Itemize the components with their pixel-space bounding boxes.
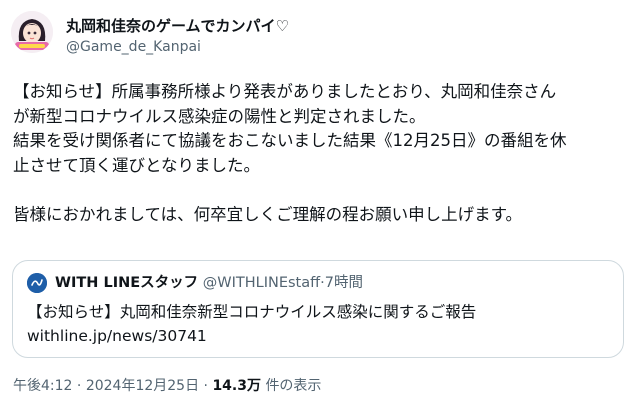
tweet-date[interactable]: 2024年12月25日 <box>86 378 199 394</box>
tweet-time[interactable]: 午後4:12 <box>13 378 72 394</box>
quoted-author-handle: @WITHLINEstaff <box>202 275 321 291</box>
avatar-illustration-icon <box>11 11 53 53</box>
tweet-line: 【お知らせ】所属事務所様より発表がありましたとおり、丸岡和佳奈さん <box>13 82 557 101</box>
views-count: 14.3万 <box>212 378 261 394</box>
tweet-blank-line <box>13 178 633 203</box>
meta-separator: · <box>203 378 208 394</box>
quoted-time: 7時間 <box>324 275 363 291</box>
avatar[interactable] <box>11 11 53 53</box>
withline-logo-icon <box>27 273 47 293</box>
tweet-meta: 午後4:12 · 2024年12月25日 · 14.3万 件の表示 <box>13 376 321 396</box>
tweet-line: 皆様におかれましては、何卒宜しくご理解の程お願い申し上げます。 <box>13 204 523 224</box>
quoted-author[interactable]: WITH LINEスタッフ @WITHLINEstaff·7時間 <box>55 273 363 293</box>
author-display-name[interactable]: 丸岡和佳奈のゲームでカンパイ♡ <box>66 16 289 36</box>
quoted-link[interactable]: withline.jp/news/30741 <box>27 325 207 347</box>
meta-separator: · <box>76 378 82 394</box>
tweet-line: 止させて頂く運びとなりました。 <box>13 155 261 175</box>
tweet-line: が新型コロナウイルス感染症の陽性と判定されました。 <box>13 106 426 126</box>
quoted-text: 【お知らせ】丸岡和佳奈新型コロナウイルス感染に関するご報告 <box>27 303 477 321</box>
tweet-text: 【お知らせ】所属事務所様より発表がありましたとおり、丸岡和佳奈さん が新型コロナ… <box>13 80 633 227</box>
views-label: 件の表示 <box>265 378 322 394</box>
quoted-tweet-card[interactable]: WITH LINEスタッフ @WITHLINEstaff·7時間 【お知らせ】丸… <box>12 260 624 358</box>
quoted-author-name: WITH LINEスタッフ <box>55 275 199 291</box>
author-handle[interactable]: @Game_de_Kanpai <box>66 38 201 56</box>
tweet-line: 結果を受け関係者にて協議をおこないました結果《12月25日》の番組を休 <box>13 131 567 150</box>
